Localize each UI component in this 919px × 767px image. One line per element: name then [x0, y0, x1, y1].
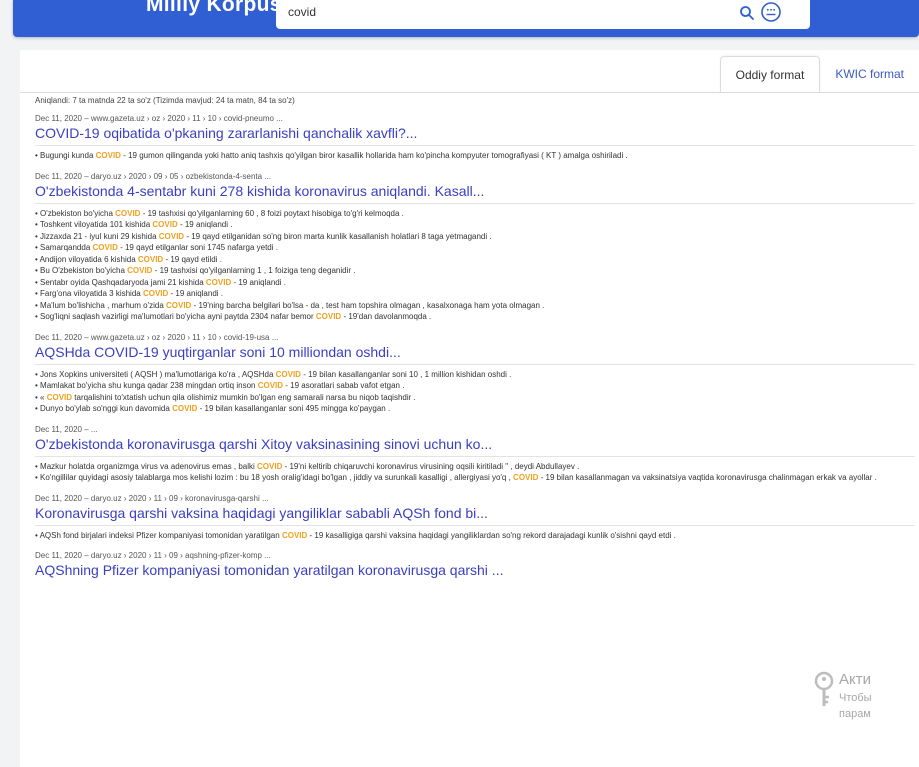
result-item: Dec 11, 2020 – daryo.uz › 2020 › 09 › 05… [35, 171, 915, 323]
result-item: Dec 11, 2020 – www.gazeta.uz › oz › 2020… [35, 113, 915, 162]
key-icon [814, 671, 834, 706]
results-summary: Aniqlandi: 7 ta matnda 22 ta so'z (Tizim… [35, 96, 295, 105]
snippet-line: • AQSh fond birjalari indeksi Pfizer kom… [35, 530, 676, 540]
result-meta: Dec 11, 2020 – ... [35, 424, 98, 434]
result-title-link[interactable]: COVID-19 oqibatida o'pkaning zararlanish… [35, 124, 915, 142]
highlighted-term: COVID [281, 530, 308, 540]
highlighted-term: COVID [257, 381, 284, 390]
snippet-line: • Bu O'zbekiston bo'yicha COVID - 19 tas… [35, 266, 356, 275]
highlighted-term: COVID [275, 369, 301, 379]
windows-activation-watermark: Акти Чтобы парам [810, 668, 919, 767]
result-title-link[interactable]: Koronavirusga qarshi vaksina haqidagi ya… [35, 504, 915, 522]
top-header: Milliy Korpus [13, 0, 919, 37]
format-tabs: Oddiy format KWIC format [719, 56, 919, 92]
watermark-line-2: Чтобы [839, 692, 872, 704]
result-snippets: • AQSh fond birjalari indeksi Pfizer kom… [35, 524, 915, 542]
snippet-line: • Samarqandda COVID - 19 qayd etilganlar… [35, 243, 278, 252]
result-title-link[interactable]: AQSHda COVID-19 yuqtirganlar soni 10 mil… [35, 343, 915, 361]
result-snippets: • Mazkur holatda organizmga virus va ade… [35, 455, 915, 484]
highlighted-term: COVID [142, 289, 169, 298]
results-panel: Oddiy format KWIC format Aniqlandi: 7 ta… [20, 50, 919, 767]
highlighted-term: COVID [513, 473, 539, 482]
result-meta: Dec 11, 2020 – www.gazeta.uz › oz › 2020… [35, 332, 279, 342]
watermark-line-1: Акти [839, 671, 871, 688]
snippet-line: • Bugungi kunda COVID - 19 gumon qilinga… [35, 151, 628, 160]
snippet-line: • Jizzaxda 21 - iyul kuni 29 kishida COV… [35, 231, 492, 241]
result-item: Dec 11, 2020 – ... O'zbekistonda koronavi… [35, 424, 915, 484]
result-meta: Dec 11, 2020 – daryo.uz › 2020 › 11 › 09… [35, 493, 269, 503]
snippet-line: • Dunyo bo'ylab so'nggi kun davomida COV… [35, 404, 391, 413]
snippet-line: • Toshkent viloyatida 101 kishida COVID … [35, 220, 233, 229]
snippet-line: • Sog'liqni saqlash vazirligi ma'lumotla… [35, 312, 432, 321]
highlighted-term: COVID [92, 243, 118, 252]
highlighted-term: COVID [95, 151, 121, 160]
highlighted-term: COVID [127, 266, 153, 275]
snippet-line: • Jons Xopkins universiteti ( AQSH ) ma'… [35, 369, 512, 379]
highlighted-term: COVID [115, 208, 141, 218]
snippet-line: • Farg'ona viloyatida 3 kishida COVID - … [35, 289, 223, 298]
snippet-line: • Ko'ngillilar quyidagi asosiy talablarg… [35, 473, 877, 482]
virtual-keyboard-icon[interactable] [760, 1, 782, 23]
watermark-line-3: парам [839, 708, 871, 720]
search-input[interactable] [288, 3, 708, 21]
result-item: Dec 11, 2020 – daryo.uz › 2020 › 11 › 09… [35, 493, 915, 542]
search-icon[interactable] [738, 4, 756, 22]
highlighted-term: COVID [46, 392, 73, 402]
result-item: Dec 11, 2020 – daryo.uz › 2020 › 11 › 09… [35, 550, 915, 579]
snippet-line: • O'zbekiston bo'yicha COVID - 19 tashxi… [35, 208, 404, 218]
result-snippets: • Jons Xopkins universiteti ( AQSH ) ma'… [35, 363, 915, 415]
snippet-line: • Mamlakat bo'yicha shu kunga qadar 238 … [35, 381, 405, 390]
highlighted-term: COVID [257, 461, 283, 471]
results-list: Dec 11, 2020 – www.gazeta.uz › oz › 2020… [35, 113, 915, 588]
result-snippets: • O'zbekiston bo'yicha COVID - 19 tashxi… [35, 202, 915, 323]
highlighted-term: COVID [158, 231, 185, 241]
search-bar [276, 0, 810, 29]
result-title-link[interactable]: AQShning Pfizer kompaniyasi tomonidan ya… [35, 561, 915, 579]
tab-divider [20, 92, 919, 93]
tab-kwic-format[interactable]: KWIC format [820, 56, 919, 92]
snippet-line: • Mazkur holatda organizmga virus va ade… [35, 461, 580, 471]
tab-oddiy-format[interactable]: Oddiy format [719, 56, 821, 92]
highlighted-term: COVID [152, 220, 178, 229]
result-meta: Dec 11, 2020 – daryo.uz › 2020 › 11 › 09… [35, 551, 271, 560]
result-title-link[interactable]: O'zbekistonda koronavirusga qarshi Xitoy… [35, 435, 915, 453]
site-logo[interactable]: Milliy Korpus [146, 0, 282, 17]
result-snippets: • Bugungi kunda COVID - 19 gumon qilinga… [35, 145, 915, 162]
result-meta: Dec 11, 2020 – www.gazeta.uz › oz › 2020… [35, 114, 283, 123]
result-meta: Dec 11, 2020 – daryo.uz › 2020 › 09 › 05… [35, 171, 271, 181]
highlighted-term: COVID [205, 277, 232, 287]
snippet-line: • Ma'lum bo'lishicha , marhum o'zida COV… [35, 300, 545, 310]
highlighted-term: COVID [137, 254, 164, 264]
highlighted-term: COVID [315, 312, 342, 321]
highlighted-term: COVID [166, 300, 192, 310]
snippet-line: • « COVID tarqalishini to'xtatish uchun … [35, 392, 416, 402]
highlighted-term: COVID [172, 404, 198, 413]
result-item: Dec 11, 2020 – www.gazeta.uz › oz › 2020… [35, 332, 915, 415]
snippet-line: • Andijon viloyatida 6 kishida COVID - 1… [35, 254, 222, 264]
result-title-link[interactable]: O'zbekistonda 4-sentabr kuni 278 kishida… [35, 182, 915, 200]
snippet-line: • Sentabr oyida Qashqadaryoda jami 21 ki… [35, 277, 286, 287]
